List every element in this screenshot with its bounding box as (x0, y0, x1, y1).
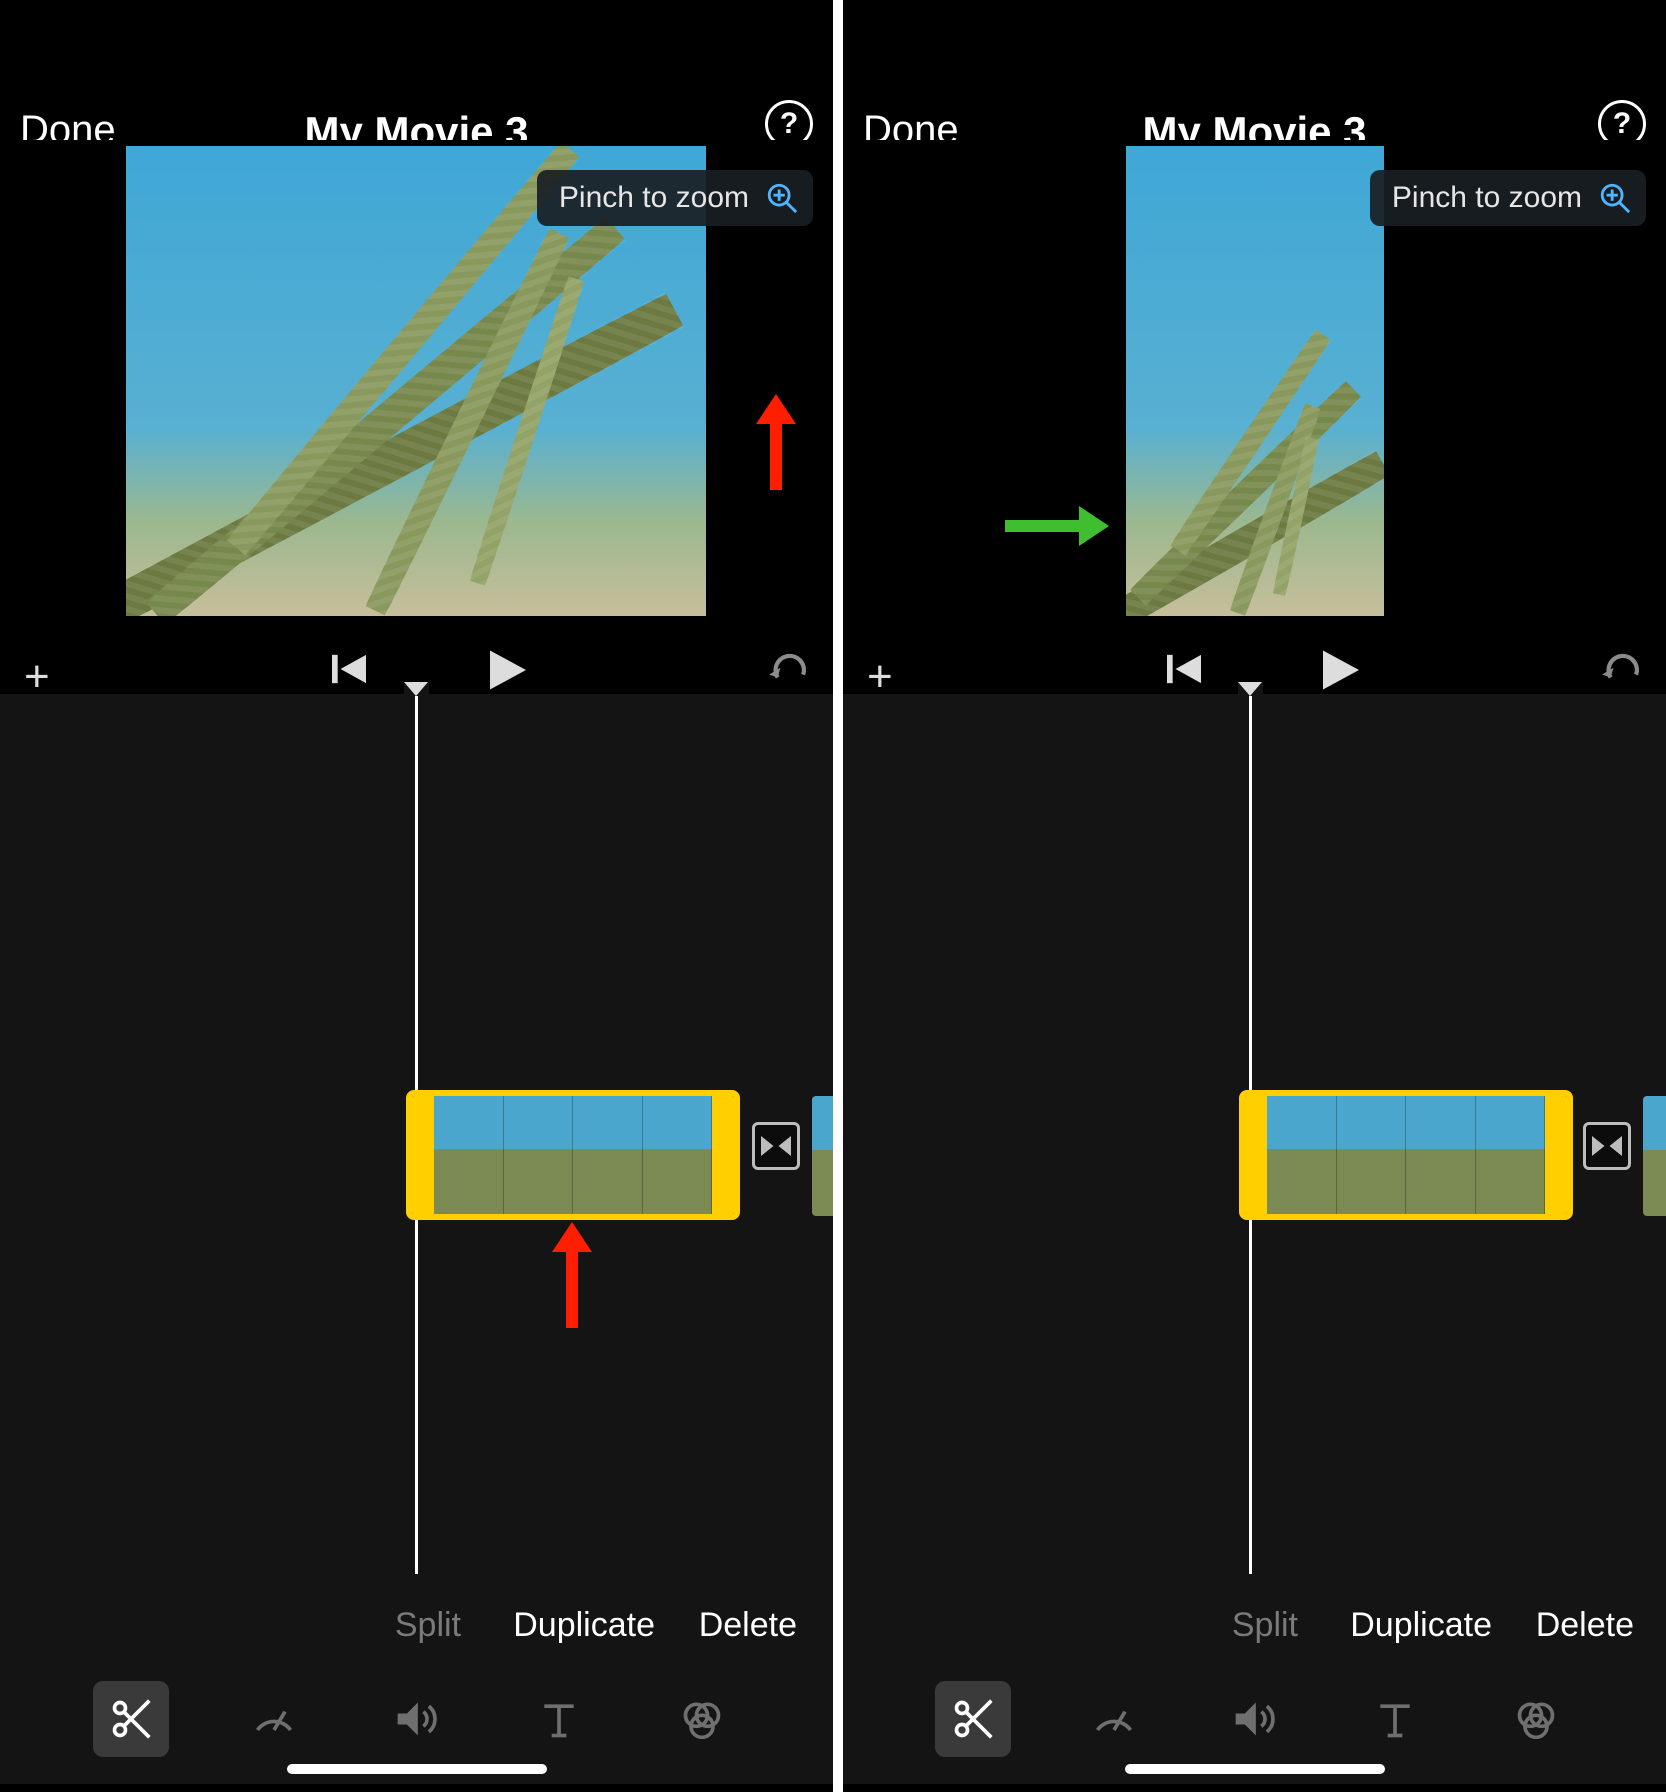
delete-button[interactable]: Delete (699, 1606, 797, 1645)
clip-edit-row: Split Duplicate Delete (0, 1574, 833, 1654)
clip-trim-right[interactable] (712, 1096, 734, 1214)
home-indicator (287, 1764, 547, 1774)
selected-clip[interactable] (406, 1090, 740, 1220)
filters-icon (680, 1697, 724, 1741)
tab-text[interactable] (521, 1681, 597, 1757)
clip-trim-left[interactable] (1245, 1096, 1267, 1214)
timeline[interactable] (843, 694, 1666, 1574)
volume-icon (394, 1697, 438, 1741)
transition-button[interactable] (752, 1122, 800, 1170)
speedometer-icon (252, 1697, 296, 1741)
timeline[interactable] (0, 694, 833, 1574)
tab-text[interactable] (1357, 1681, 1433, 1757)
speedometer-icon (1092, 1697, 1136, 1741)
hint-label: Pinch to zoom (559, 181, 749, 215)
tab-filter[interactable] (664, 1681, 740, 1757)
scissors-icon (951, 1697, 995, 1741)
skip-back-button[interactable] (1167, 654, 1201, 684)
zoom-in-icon (765, 181, 799, 215)
next-clip-peek[interactable] (812, 1096, 833, 1216)
clip-edit-row: Split Duplicate Delete (843, 1574, 1666, 1654)
split-button[interactable]: Split (1232, 1606, 1298, 1645)
clip-trim-right[interactable] (1545, 1096, 1567, 1214)
tab-speed[interactable] (1076, 1681, 1152, 1757)
pinch-to-zoom-hint[interactable]: Pinch to zoom (1370, 170, 1646, 226)
undo-button[interactable] (1602, 652, 1642, 686)
scissors-icon (109, 1697, 153, 1741)
pane-separator (833, 0, 843, 1792)
skip-back-button[interactable] (332, 654, 366, 684)
tab-cut[interactable] (935, 1681, 1011, 1757)
screenshot-right: Done My Movie 3 ? Pinch to zoom + (843, 0, 1666, 1792)
preview-area[interactable]: Pinch to zoom (843, 140, 1666, 636)
tab-speed[interactable] (236, 1681, 312, 1757)
pinch-to-zoom-hint[interactable]: Pinch to zoom (537, 170, 813, 226)
text-icon (537, 1697, 581, 1741)
clip-thumbnails (434, 1096, 712, 1214)
annotation-red-arrow-clip (566, 1248, 578, 1328)
preview-area[interactable]: Pinch to zoom (0, 140, 833, 636)
next-clip-peek[interactable] (1643, 1096, 1666, 1216)
tab-cut[interactable] (93, 1681, 169, 1757)
hint-label: Pinch to zoom (1392, 181, 1582, 215)
header: Done My Movie 3 ? (0, 0, 833, 140)
header: Done My Movie 3 ? (843, 0, 1666, 140)
split-button[interactable]: Split (395, 1606, 461, 1645)
home-indicator (1125, 1764, 1385, 1774)
tab-volume[interactable] (378, 1681, 454, 1757)
transition-icon (1592, 1131, 1622, 1161)
tab-volume[interactable] (1216, 1681, 1292, 1757)
filters-icon (1514, 1697, 1558, 1741)
screenshot-left: Done My Movie 3 ? Pinch to zoom + (0, 0, 833, 1792)
help-icon: ? (1613, 107, 1631, 141)
selected-clip[interactable] (1239, 1090, 1573, 1220)
duplicate-button[interactable]: Duplicate (513, 1606, 655, 1645)
text-icon (1373, 1697, 1417, 1741)
play-button[interactable] (1323, 650, 1359, 690)
transition-button[interactable] (1583, 1122, 1631, 1170)
preview-video[interactable] (1126, 146, 1384, 616)
annotation-red-arrow-zoom (770, 420, 782, 490)
undo-button[interactable] (769, 652, 809, 686)
volume-icon (1232, 1697, 1276, 1741)
delete-button[interactable]: Delete (1536, 1606, 1634, 1645)
tab-filter[interactable] (1498, 1681, 1574, 1757)
annotation-green-arrow-preview (1005, 520, 1083, 532)
clip-trim-left[interactable] (412, 1096, 434, 1214)
zoom-in-icon (1598, 181, 1632, 215)
duplicate-button[interactable]: Duplicate (1350, 1606, 1492, 1645)
clip-thumbnails (1267, 1096, 1545, 1214)
help-icon: ? (780, 107, 798, 141)
transition-icon (761, 1131, 791, 1161)
play-button[interactable] (490, 650, 526, 690)
